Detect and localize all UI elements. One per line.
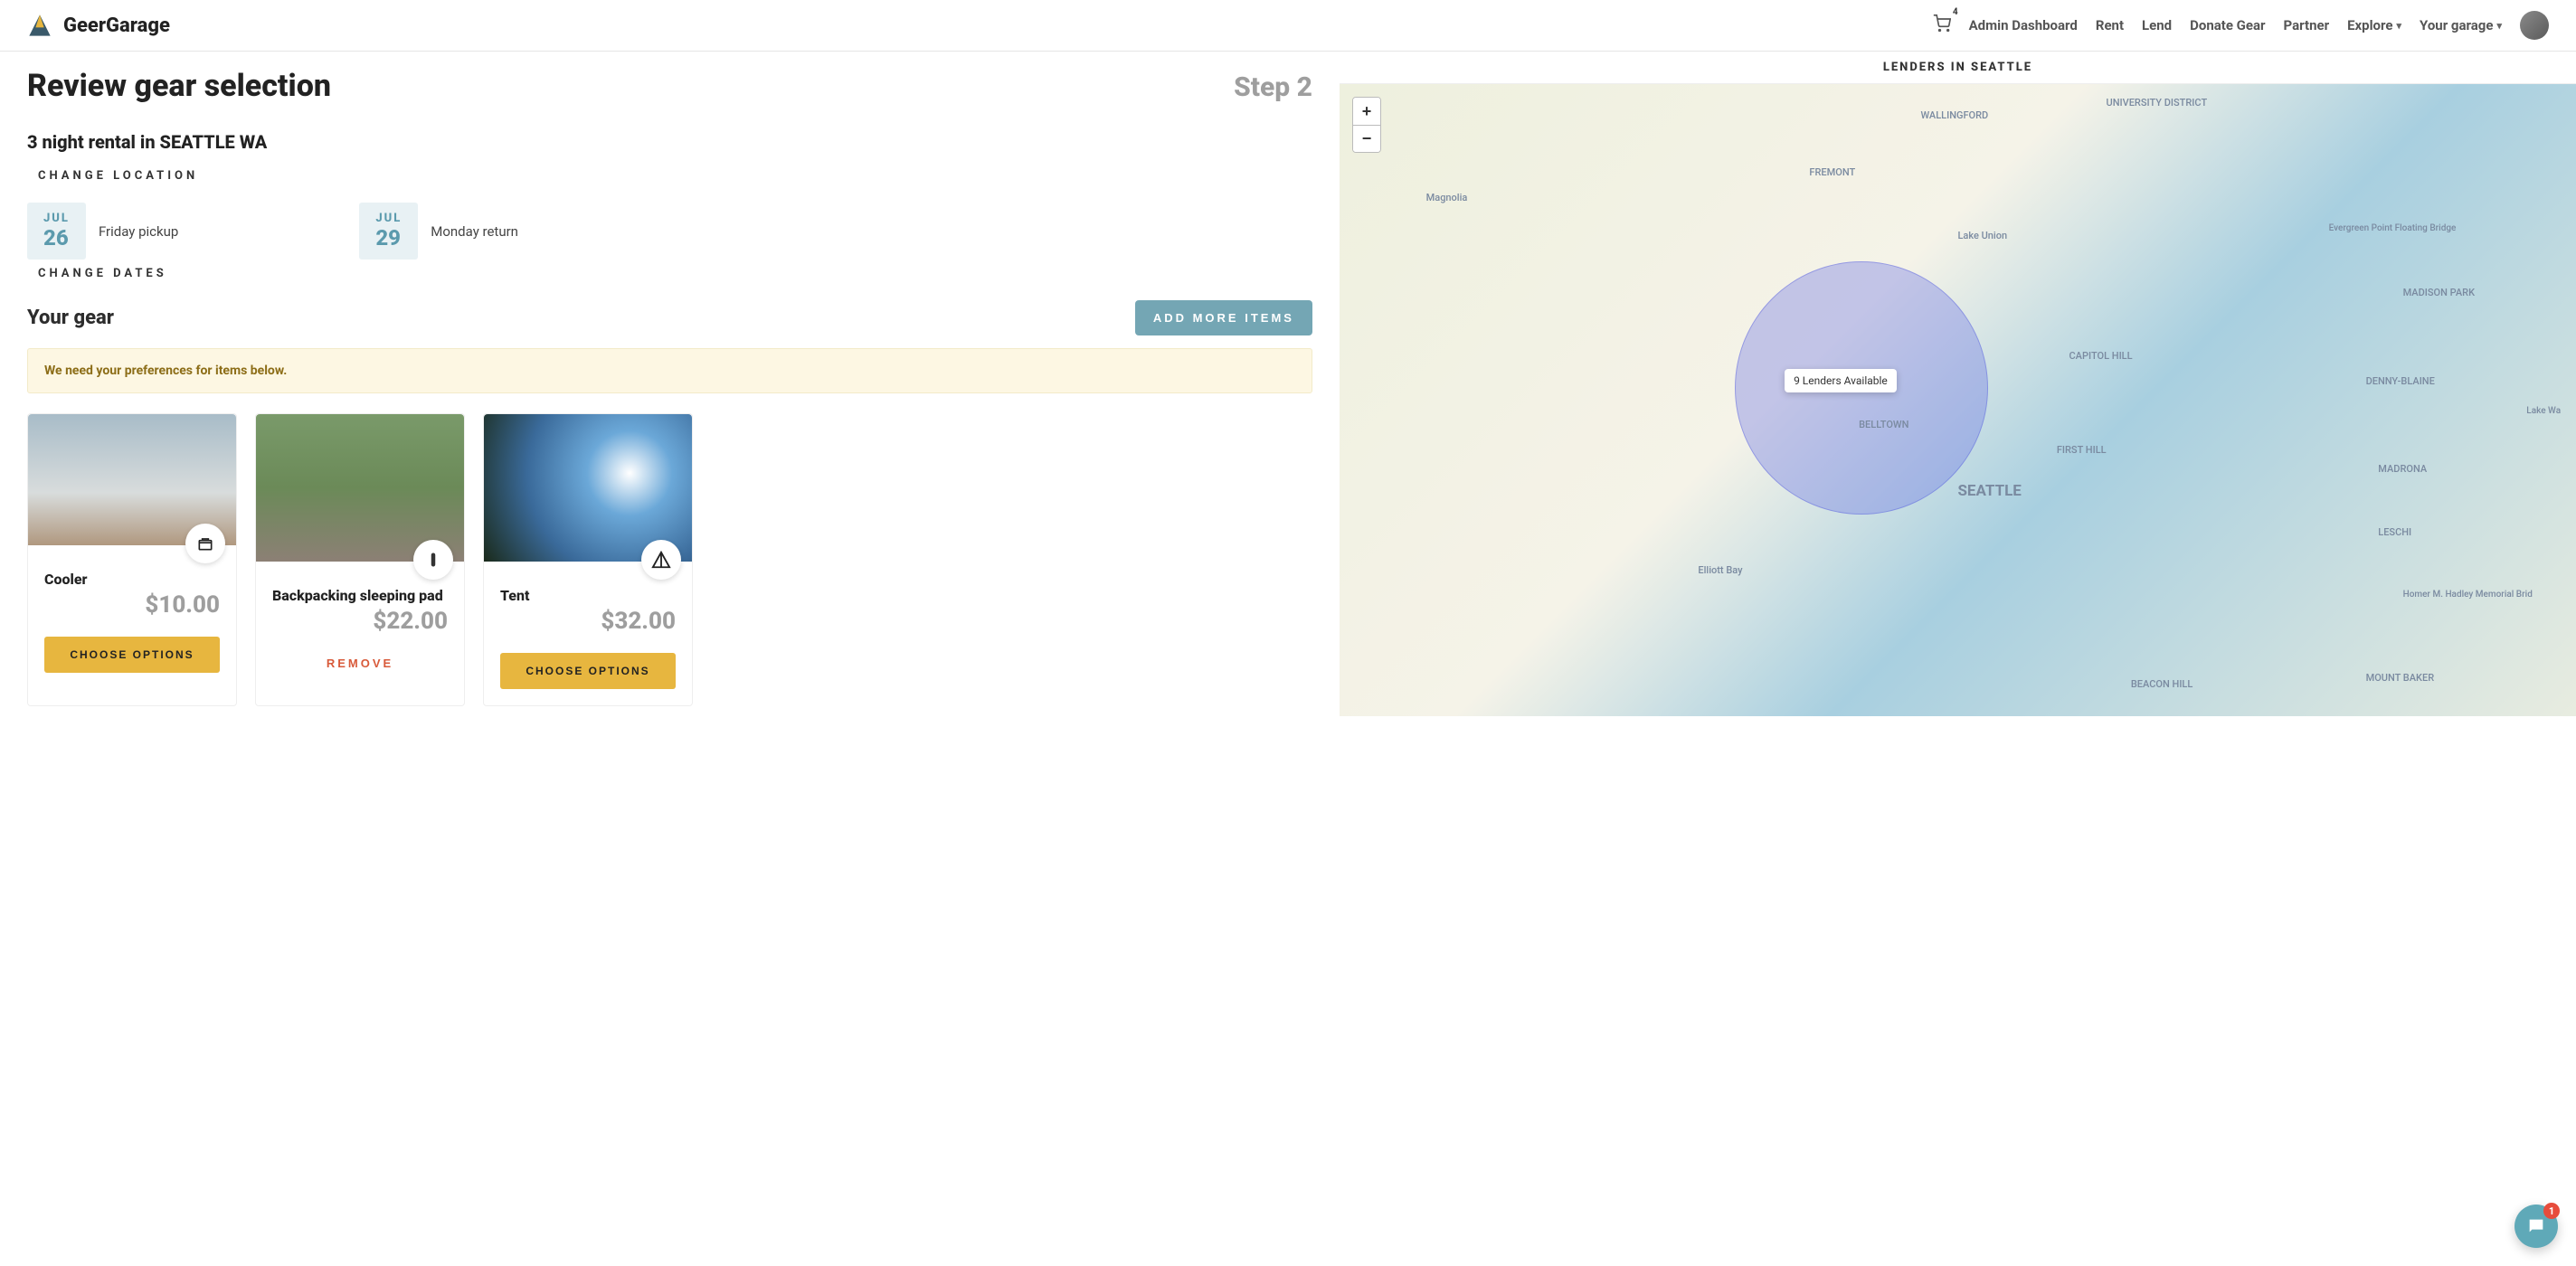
choose-options-button[interactable]: CHOOSE OPTIONS [44, 637, 220, 673]
return-day: 29 [375, 225, 402, 250]
map-label: Evergreen Point Floating Bridge [2329, 223, 2457, 233]
preferences-notice: We need your preferences for items below… [27, 348, 1312, 393]
map-label: BEACON HILL [2131, 678, 2192, 690]
nav-rent[interactable]: Rent [2096, 17, 2124, 33]
map-label: Lake Wa [2526, 406, 2561, 416]
cooler-icon [185, 524, 225, 563]
nav-donate[interactable]: Donate Gear [2190, 17, 2265, 33]
map-city-label: SEATTLE [1957, 482, 2021, 500]
map-popup[interactable]: 9 Lenders Available [1785, 369, 1897, 392]
chat-icon [2526, 1216, 2546, 1236]
nav-explore[interactable]: Explore ▾ [2347, 17, 2401, 33]
cart-button[interactable]: 4 [1933, 14, 1951, 36]
zoom-in-button[interactable]: + [1353, 98, 1380, 125]
main-panel: Review gear selection Step 2 3 night ren… [0, 52, 1340, 742]
map-zoom-controls: + − [1352, 97, 1381, 153]
map-label: Lake Union [1957, 230, 2007, 241]
map-label: MADRONA [2378, 463, 2427, 475]
page-title: Review gear selection [27, 68, 331, 104]
pickup-date-box[interactable]: JUL 26 [27, 203, 86, 260]
rental-summary: 3 night rental in SEATTLE WA [27, 131, 1312, 153]
pickup-group: JUL 26 Friday pickup [27, 203, 178, 260]
map-label: LESCHI [2378, 526, 2411, 538]
map-label: BELLTOWN [1859, 419, 1908, 430]
map-label: Elliott Bay [1698, 564, 1742, 576]
chevron-down-icon: ▾ [2396, 20, 2401, 32]
chat-badge: 1 [2543, 1203, 2560, 1219]
map-label: WALLINGFORD [1920, 109, 1988, 121]
top-nav: 4 Admin Dashboard Rent Lend Donate Gear … [1933, 11, 2549, 40]
map[interactable]: + − 9 Lenders Available UNIVERSITY DISTR… [1340, 83, 2576, 716]
gear-image [256, 414, 464, 562]
nav-explore-label: Explore [2347, 17, 2392, 33]
add-more-items-button[interactable]: ADD MORE ITEMS [1135, 300, 1312, 335]
map-label: UNIVERSITY DISTRICT [2107, 97, 2208, 109]
cart-count: 4 [1953, 7, 1958, 17]
gear-image [28, 414, 236, 545]
gear-cards: Cooler $10.00 CHOOSE OPTIONS Backpacking… [27, 413, 1312, 706]
avatar[interactable] [2520, 11, 2549, 40]
gear-price: $32.00 [500, 608, 676, 635]
return-group: JUL 29 Monday return [359, 203, 518, 260]
gear-card-cooler: Cooler $10.00 CHOOSE OPTIONS [27, 413, 237, 706]
return-month: JUL [375, 212, 402, 225]
chevron-down-icon: ▾ [2496, 20, 2502, 32]
gear-name: Backpacking sleeping pad [272, 587, 448, 604]
map-label: CAPITOL HILL [2069, 350, 2133, 362]
change-dates-link[interactable]: CHANGE DATES [38, 267, 1312, 280]
map-panel: LENDERS IN SEATTLE + − 9 Lenders Availab… [1340, 52, 2576, 742]
pickup-month: JUL [43, 212, 70, 225]
gear-image [484, 414, 692, 562]
remove-button[interactable]: REMOVE [272, 657, 448, 670]
logo-icon [27, 13, 52, 38]
map-label: FREMONT [1809, 166, 1855, 178]
tent-icon [641, 540, 681, 580]
brand-name: GeerGarage [63, 14, 170, 37]
choose-options-button[interactable]: CHOOSE OPTIONS [500, 653, 676, 689]
map-label: Homer M. Hadley Memorial Brid [2403, 590, 2533, 600]
header: GeerGarage 4 Admin Dashboard Rent Lend D… [0, 0, 2576, 52]
step-label: Step 2 [1234, 71, 1312, 103]
nav-garage-label: Your garage [2420, 17, 2493, 33]
gear-name: Cooler [44, 571, 220, 588]
pickup-desc: Friday pickup [99, 223, 178, 240]
gear-card-tent: Tent $32.00 CHOOSE OPTIONS [483, 413, 693, 706]
map-label: FIRST HILL [2057, 444, 2107, 456]
nav-admin[interactable]: Admin Dashboard [1969, 17, 2078, 33]
gear-price: $10.00 [44, 591, 220, 619]
cart-icon [1933, 14, 1951, 33]
change-location-link[interactable]: CHANGE LOCATION [38, 169, 1312, 183]
map-label: Magnolia [1426, 192, 1468, 203]
pad-icon [413, 540, 453, 580]
chat-widget[interactable]: 1 [2514, 1205, 2558, 1248]
nav-partner[interactable]: Partner [2284, 17, 2330, 33]
nav-lend[interactable]: Lend [2142, 17, 2172, 33]
zoom-out-button[interactable]: − [1353, 125, 1380, 152]
map-title: LENDERS IN SEATTLE [1340, 52, 2576, 83]
return-desc: Monday return [431, 223, 518, 240]
brand[interactable]: GeerGarage [27, 13, 170, 38]
gear-name: Tent [500, 587, 676, 604]
pickup-day: 26 [43, 225, 70, 250]
map-label: DENNY-BLAINE [2366, 375, 2435, 387]
map-label: MOUNT BAKER [2366, 672, 2435, 684]
gear-card-pad: Backpacking sleeping pad $22.00 REMOVE [255, 413, 465, 706]
nav-garage[interactable]: Your garage▾ [2420, 17, 2502, 33]
gear-heading: Your gear [27, 307, 114, 329]
return-date-box[interactable]: JUL 29 [359, 203, 418, 260]
map-label: MADISON PARK [2403, 287, 2475, 298]
gear-price: $22.00 [272, 608, 448, 635]
